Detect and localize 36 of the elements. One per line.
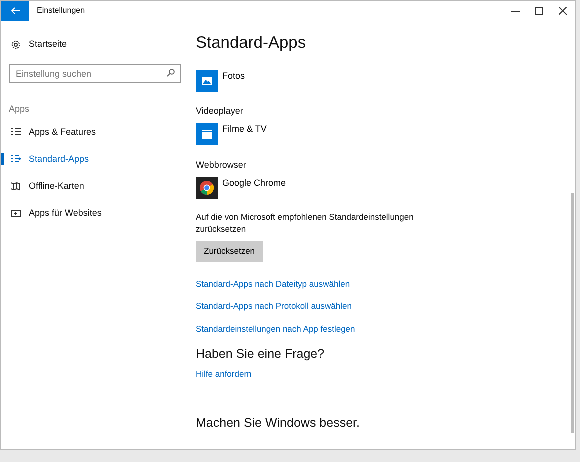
- window-title: Einstellungen: [37, 5, 86, 17]
- photo-icon: [196, 70, 218, 92]
- list-icon: [11, 154, 21, 164]
- sidebar-item[interactable]: Apps & Features: [1, 118, 96, 146]
- group-heading: Videoplayer: [196, 105, 244, 118]
- page-title: Standard-Apps: [196, 33, 308, 54]
- link[interactable]: Standard-Apps nach Dateityp auswählen: [196, 278, 350, 289]
- home-link[interactable]: Startseite: [11, 31, 68, 58]
- chrome-icon: [196, 176, 218, 199]
- search-icon: [167, 69, 175, 77]
- sidebar-item[interactable]: Offline-Karten: [1, 172, 84, 200]
- section-label: Apps: [9, 103, 31, 116]
- section-heading: Haben Sie eine Frage?: [196, 346, 326, 364]
- group-heading: Webbrowser: [196, 158, 248, 172]
- back-icon: [10, 7, 20, 15]
- list-icon: [11, 128, 21, 137]
- default-app-button[interactable]: Fotos: [222, 70, 246, 84]
- scrollbar-thumb[interactable]: [571, 193, 574, 433]
- default-app-button[interactable]: Google Chrome: [222, 176, 286, 190]
- help-link[interactable]: Hilfe anfordern: [196, 369, 252, 380]
- sidebar-item[interactable]: Apps für Websites: [1, 200, 102, 227]
- window-icon: [11, 208, 21, 218]
- gear-icon: [11, 40, 21, 50]
- link[interactable]: Standardeinstellungen nach App festlegen: [196, 324, 356, 334]
- section-heading: Machen Sie Windows besser.: [196, 414, 361, 432]
- reset-button[interactable]: Zurücksetzen: [196, 241, 264, 262]
- close-icon: [558, 6, 568, 16]
- clapperboard-icon: [196, 123, 218, 146]
- search-field[interactable]: Einstellung suchen: [9, 64, 181, 83]
- map-icon: [11, 182, 21, 191]
- maximize-icon: [534, 6, 544, 16]
- link[interactable]: Standard-Apps nach Protokoll auswählen: [196, 301, 352, 312]
- default-app-button[interactable]: Filme & TV: [222, 123, 267, 137]
- sidebar-item[interactable]: Standard-Apps: [1, 146, 90, 173]
- reset-description: Auf die von Microsoft empfohlenen Standardeinstellungen zurücksetzen: [196, 212, 415, 236]
- back-button[interactable]: [1, 1, 29, 21]
